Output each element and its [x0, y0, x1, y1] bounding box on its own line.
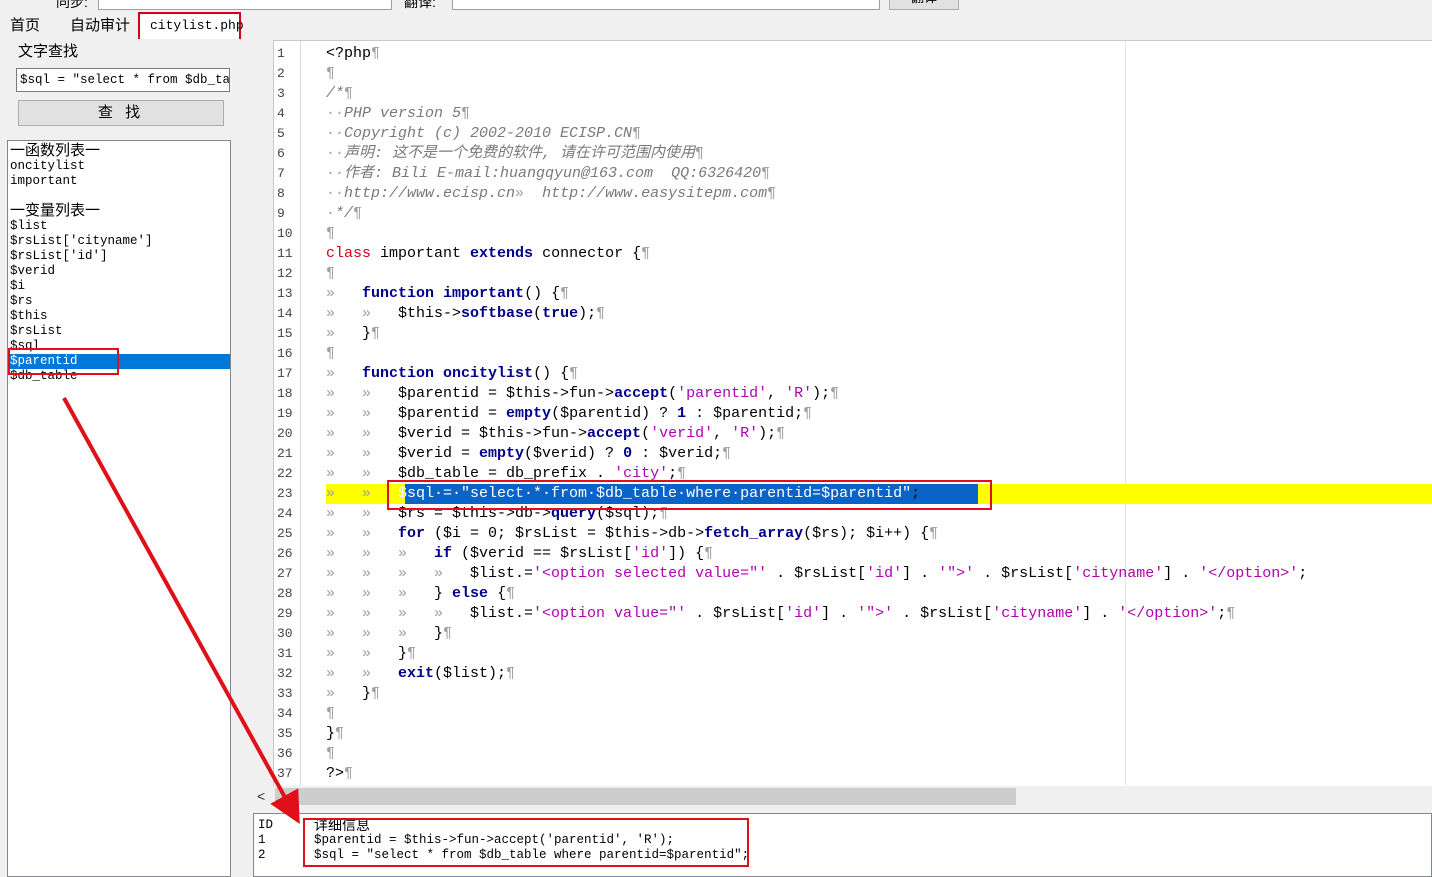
annotation-arrow-icon — [62, 397, 300, 824]
